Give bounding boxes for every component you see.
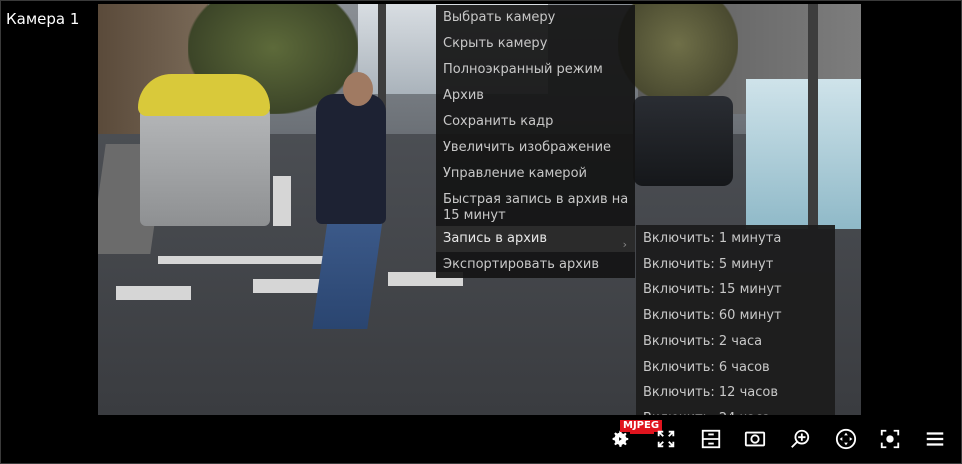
menu-item-quick-record-line1: Быстрая запись в архив на (443, 192, 629, 207)
submenu-item-5-minutes[interactable]: Включить: 5 минут (636, 257, 835, 273)
focus-icon[interactable] (879, 428, 901, 450)
road-marking (273, 176, 291, 226)
submenu-item-2-hours[interactable]: Включить: 2 часа (636, 334, 835, 350)
ptz-control-icon[interactable] (835, 428, 857, 450)
snapshot-icon[interactable] (744, 428, 766, 450)
menu-item-select-camera[interactable]: Выбрать камеру (436, 10, 635, 26)
submenu-item-15-minutes[interactable]: Включить: 15 минут (636, 282, 835, 298)
trees-right (618, 4, 738, 104)
street-pole (808, 4, 818, 229)
car (633, 96, 733, 186)
person-body (316, 94, 386, 224)
camera-title: Камера 1 (6, 10, 80, 28)
menu-item-quick-record[interactable]: Быстрая запись в архив на 15 минут (436, 192, 635, 224)
menu-icon[interactable] (924, 428, 946, 450)
submenu-item-1-minute[interactable]: Включить: 1 минута (636, 231, 835, 247)
fullscreen-icon[interactable] (655, 428, 677, 450)
context-menu: Выбрать камеру Скрыть камеру Полноэкранн… (436, 5, 635, 278)
submenu-item-60-minutes[interactable]: Включить: 60 минут (636, 308, 835, 324)
submenu-item-12-hours[interactable]: Включить: 12 часов (636, 385, 835, 401)
menu-item-save-frame[interactable]: Сохранить кадр (436, 114, 635, 130)
menu-item-camera-control[interactable]: Управление камерой (436, 166, 635, 182)
stream-indicator-line (630, 432, 654, 434)
menu-item-record-archive[interactable]: Запись в архив › (436, 226, 635, 252)
menu-item-export-archive[interactable]: Экспортировать архив (436, 257, 635, 273)
chevron-right-icon: › (622, 238, 627, 251)
crosswalk-stripe (158, 256, 328, 264)
menu-item-quick-record-line2: 15 минут (443, 208, 506, 223)
archive-icon[interactable] (700, 428, 722, 450)
menu-item-hide-camera[interactable]: Скрыть камеру (436, 36, 635, 52)
menu-item-fullscreen[interactable]: Полноэкранный режим (436, 62, 635, 78)
bus (746, 79, 861, 229)
person-head (343, 72, 373, 106)
menu-item-archive[interactable]: Архив (436, 88, 635, 104)
crosswalk-stripe (116, 286, 191, 300)
trash-container-lid (138, 74, 270, 116)
zoom-in-icon[interactable] (789, 428, 811, 450)
menu-item-zoom-image[interactable]: Увеличить изображение (436, 140, 635, 156)
camera-toolbar (98, 415, 960, 462)
record-archive-submenu: Включить: 1 минута Включить: 5 минут Вкл… (636, 225, 835, 433)
submenu-item-6-hours[interactable]: Включить: 6 часов (636, 360, 835, 376)
